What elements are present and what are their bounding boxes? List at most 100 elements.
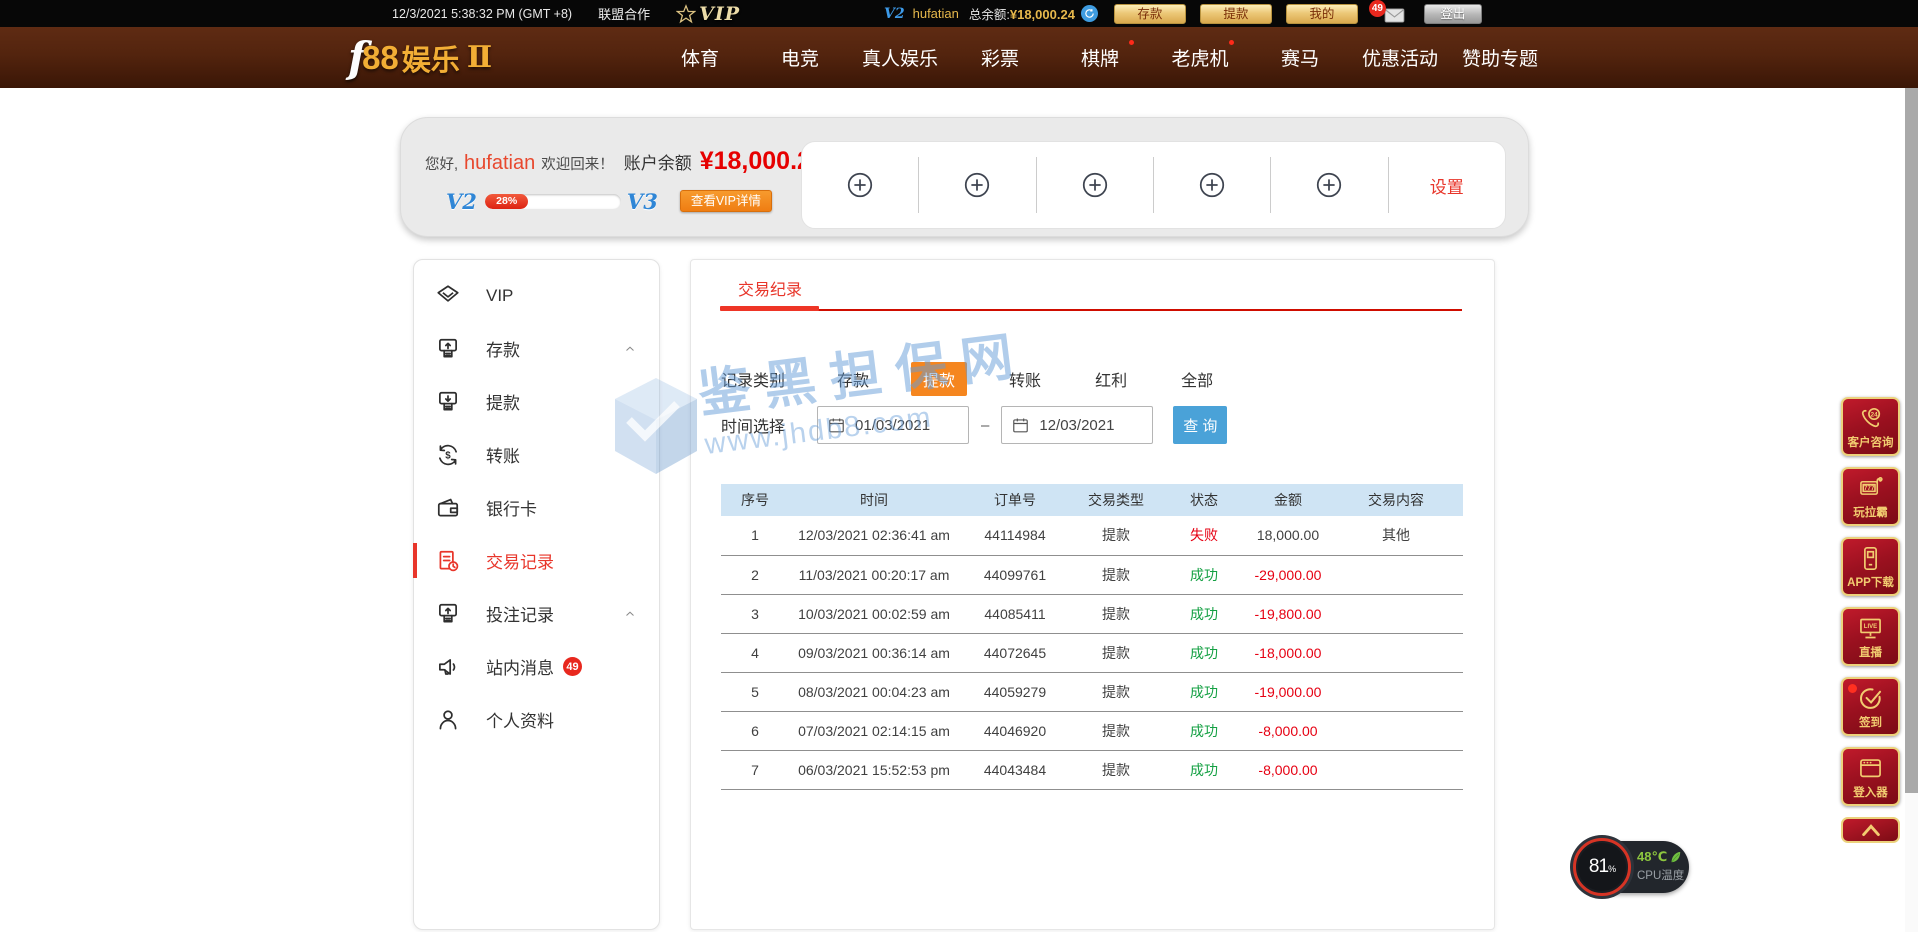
vip-progress-fill: 28%	[485, 194, 529, 209]
tab-transaction-records[interactable]: 交易纪录	[738, 276, 802, 300]
date-to-input[interactable]: 12/03/2021	[1001, 406, 1153, 444]
filter-all[interactable]: 全部	[1169, 362, 1225, 396]
search-button[interactable]: 查 询	[1173, 406, 1227, 444]
site-logo[interactable]: f88娱乐Ⅱ	[348, 27, 492, 88]
header-amount: 金额	[1247, 484, 1329, 516]
message-count-badge: 49	[1369, 0, 1386, 17]
header-order: 订单号	[959, 484, 1071, 516]
quick-panel: 设置	[801, 141, 1506, 229]
table-cell: 提款	[1071, 633, 1161, 672]
withdraw-icon	[434, 388, 461, 415]
table-cell: 44072645	[959, 633, 1071, 672]
add-slot-button-3[interactable]	[1037, 142, 1153, 228]
header-time: 时间	[789, 484, 959, 516]
filter-transfer[interactable]: 转账	[997, 362, 1053, 396]
table-cell: 44059279	[959, 672, 1071, 711]
nav-item-live-casino[interactable]: 真人娱乐	[850, 27, 950, 88]
table-cell: 44043484	[959, 750, 1071, 789]
filter-bonus[interactable]: 红利	[1083, 362, 1139, 396]
sidebar-item-deposit[interactable]: 存款	[414, 322, 659, 375]
scrollbar-track[interactable]	[1905, 88, 1918, 932]
cpu-temp-value: 48℃	[1637, 849, 1667, 865]
scrollbar-thumb[interactable]	[1905, 88, 1918, 793]
username: hufatian	[913, 6, 959, 21]
greeting-username: hufatian	[464, 152, 535, 175]
add-slot-button-5[interactable]	[1271, 142, 1387, 228]
filter-deposit[interactable]: 存款	[825, 362, 881, 396]
sidebar-item-profile[interactable]: 个人资料	[414, 693, 659, 746]
mine-button[interactable]: 我的	[1286, 4, 1358, 24]
affiliate-link[interactable]: 联盟合作	[598, 4, 650, 23]
sidebar-item-transfer[interactable]: $ 转账	[414, 428, 659, 481]
cpu-widget: 81% 48℃ CPU温度	[1573, 838, 1689, 896]
table-cell: 6	[721, 711, 789, 750]
amount-cell: -8,000.00	[1247, 711, 1329, 750]
float-app-download[interactable]: APP下载	[1841, 537, 1900, 596]
float-login-tool[interactable]: 登入器	[1841, 747, 1900, 806]
add-slot-button-1[interactable]	[802, 142, 918, 228]
svg-text:$: $	[445, 450, 451, 461]
messages-icon[interactable]: 49	[1382, 0, 1406, 27]
table-row: 1 12/03/2021 02:36:41 am 44114984 提款 失败 …	[721, 516, 1463, 555]
calendar-icon	[1011, 416, 1030, 435]
sidebar-item-withdraw[interactable]: 提款	[414, 375, 659, 428]
star-icon	[676, 4, 696, 24]
vip-logo[interactable]: VIP	[676, 3, 740, 25]
settings-button[interactable]: 设置	[1389, 142, 1505, 228]
svg-text:777: 777	[1864, 485, 1875, 492]
table-row: 3 10/03/2021 00:02:59 am 44085411 提款 成功 …	[721, 594, 1463, 633]
add-slot-button-2[interactable]	[919, 142, 1035, 228]
nav-item-promotions[interactable]: 优惠活动	[1350, 27, 1450, 88]
sidebar-item-messages[interactable]: 站内消息 49	[414, 640, 659, 693]
nav-item-sports[interactable]: 体育	[650, 27, 750, 88]
status-cell: 成功	[1161, 672, 1247, 711]
status-cell: 成功	[1161, 594, 1247, 633]
deposit-button[interactable]: 存款	[1114, 4, 1186, 24]
table-cell: 44114984	[959, 516, 1071, 555]
float-live-stream[interactable]: LIVE 直播	[1841, 607, 1900, 666]
table-header-row: 序号 时间 订单号 交易类型 状态 金额 交易内容	[721, 484, 1463, 516]
sidebar-item-vip[interactable]: VIP	[414, 269, 659, 322]
nav-item-slots[interactable]: 老虎机	[1150, 27, 1250, 88]
transaction-panel: 交易纪录 记录类别 存款 提款 转账 红利 全部 时间选择 01/03/2021…	[690, 259, 1495, 930]
transactions-table: 序号 时间 订单号 交易类型 状态 金额 交易内容 1 12/03/2021 0…	[721, 484, 1463, 790]
chevron-up-icon[interactable]	[623, 607, 637, 621]
welcome-card: 您好, hufatian 欢迎回来！ 账户余额 ¥18,000.24 V2 28…	[400, 117, 1529, 237]
float-play-slots[interactable]: 777 玩拉霸	[1841, 467, 1900, 526]
nav-item-horse-racing[interactable]: 赛马	[1250, 27, 1350, 88]
vip-diamond-icon	[434, 282, 461, 309]
sidebar-item-bet-records[interactable]: 投注记录	[414, 587, 659, 640]
nav-item-board-games[interactable]: 棋牌	[1050, 27, 1150, 88]
nav-menu: 体育 电竞 真人娱乐 彩票 棋牌 老虎机 赛马 优惠活动 赞助专题	[650, 27, 1550, 88]
vip-level-badge: V2	[884, 6, 905, 22]
filter-withdraw[interactable]: 提款	[911, 362, 967, 396]
tab-underline	[721, 309, 1462, 311]
header-type: 交易类型	[1071, 484, 1161, 516]
bank-card-icon	[434, 494, 461, 521]
status-cell: 成功	[1161, 633, 1247, 672]
table-cell: 12/03/2021 02:36:41 am	[789, 516, 959, 555]
nav-item-esports[interactable]: 电竞	[750, 27, 850, 88]
collapse-button[interactable]	[1841, 817, 1900, 843]
add-slot-button-4[interactable]	[1154, 142, 1270, 228]
logout-button[interactable]: 登出	[1424, 4, 1482, 24]
float-check-in[interactable]: 签到	[1841, 677, 1900, 736]
withdraw-button[interactable]: 提款	[1200, 4, 1272, 24]
vip-detail-button[interactable]: 查看VIP详情	[680, 190, 772, 212]
sidebar-item-transaction-records[interactable]: 交易记录	[414, 534, 659, 587]
table-cell: 08/03/2021 00:04:23 am	[789, 672, 959, 711]
header-content: 交易内容	[1329, 484, 1463, 516]
refresh-balance-icon[interactable]	[1081, 5, 1098, 22]
table-cell: 提款	[1071, 711, 1161, 750]
nav-item-sponsorship[interactable]: 赞助专题	[1450, 27, 1550, 88]
deposit-icon	[434, 335, 461, 362]
sidebar-item-bank-card[interactable]: 银行卡	[414, 481, 659, 534]
header-status: 状态	[1161, 484, 1247, 516]
nav-item-lottery[interactable]: 彩票	[950, 27, 1050, 88]
chevron-up-icon[interactable]	[623, 342, 637, 356]
date-from-input[interactable]: 01/03/2021	[817, 406, 969, 444]
table-row: 7 06/03/2021 15:52:53 pm 44043484 提款 成功 …	[721, 750, 1463, 789]
float-customer-service[interactable]: 24 客户咨询	[1841, 397, 1900, 456]
header-seq: 序号	[721, 484, 789, 516]
table-cell: 提款	[1071, 594, 1161, 633]
